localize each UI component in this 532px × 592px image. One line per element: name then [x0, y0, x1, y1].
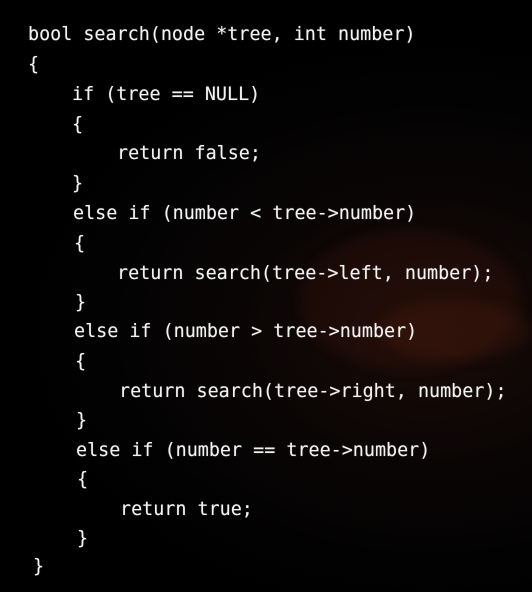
code-line: return true; [120, 499, 253, 520]
code-line: } [77, 528, 89, 549]
code-line: { [72, 114, 84, 135]
code-line: { [74, 233, 86, 254]
code-line: } [76, 410, 88, 431]
code-line: } [33, 556, 45, 577]
code-line: bool search(node *tree, int number) [28, 24, 416, 45]
code-line: return false; [117, 143, 261, 164]
code-line: { [77, 469, 89, 490]
code-slide: bool search(node *tree, int number) { if… [0, 0, 532, 592]
code-block: bool search(node *tree, int number) { if… [0, 0, 532, 592]
code-line: else if (number > tree->number) [74, 321, 418, 342]
code-line: { [75, 351, 87, 372]
code-line: return search(tree->right, number); [119, 381, 507, 402]
code-line: { [28, 54, 40, 75]
code-line: return search(tree->left, number); [117, 263, 494, 284]
code-line: } [72, 173, 84, 194]
code-line: else if (number < tree->number) [73, 203, 417, 224]
code-line: else if (number == tree->number) [76, 440, 431, 461]
code-line: } [75, 292, 87, 313]
code-line: if (tree == NULL) [72, 84, 261, 105]
